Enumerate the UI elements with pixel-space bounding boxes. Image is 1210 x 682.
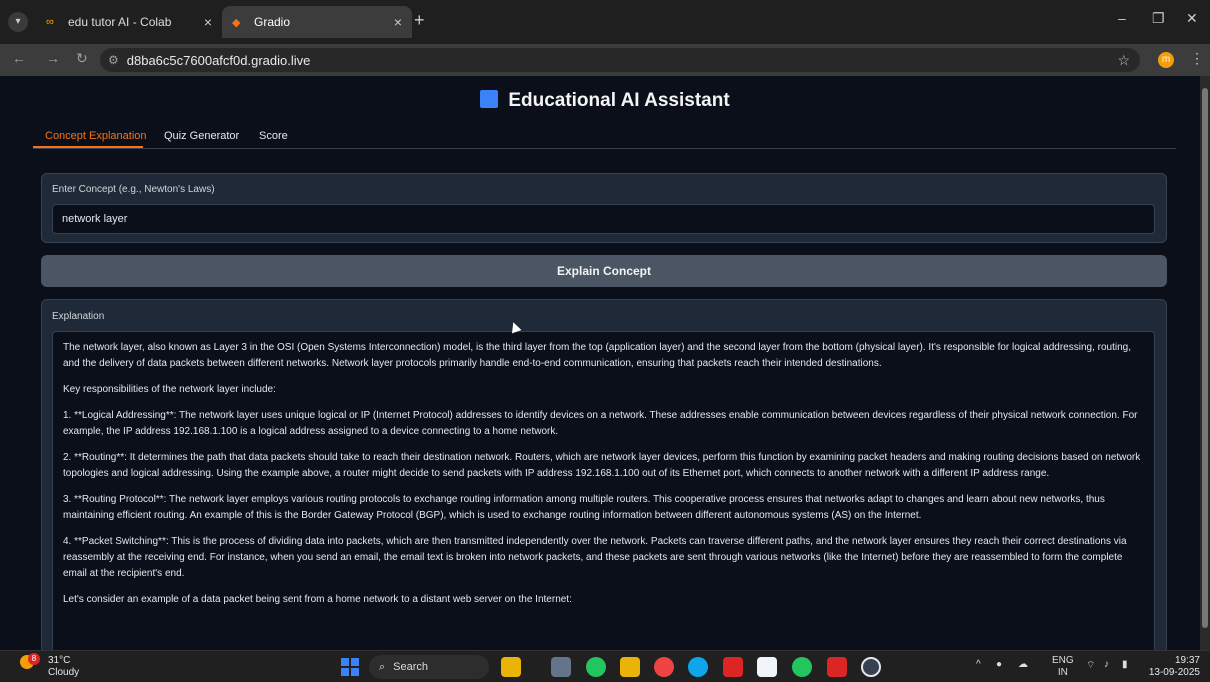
tray-chevron-icon[interactable]: ^ <box>976 659 981 670</box>
concept-input[interactable]: network layer <box>52 204 1155 234</box>
explanation-label: Explanation <box>52 311 105 322</box>
new-tab-button[interactable]: + <box>414 10 425 31</box>
lang-bottom: IN <box>1057 667 1068 678</box>
browser-tab-title: Gradio <box>254 15 291 29</box>
browser-tab-title: edu tutor AI - Colab <box>68 15 172 29</box>
windows-taskbar: 8 31°C Cloudy ⌕ Search ^ ● ☁ ENG IN ⌔ ♪ … <box>0 650 1210 682</box>
page-content: Educational AI Assistant Concept Explana… <box>0 76 1200 650</box>
explain-concept-button[interactable]: Explain Concept <box>41 255 1167 287</box>
explanation-paragraph: 4. **Packet Switching**: This is the pro… <box>63 536 1127 579</box>
forward-icon[interactable]: → <box>46 50 60 66</box>
colab-icon: ∞ <box>46 16 54 28</box>
cloud-sync-icon[interactable]: ☁ <box>1018 659 1028 670</box>
explanation-paragraph: 3. **Routing Protocol**: The network lay… <box>63 494 1105 521</box>
close-icon[interactable]: × <box>394 14 402 30</box>
page-scrollbar-thumb[interactable] <box>1202 88 1208 628</box>
book-icon <box>480 90 499 108</box>
concept-input-block: Enter Concept (e.g., Newton's Laws) netw… <box>41 173 1167 243</box>
explanation-paragraph: 2. **Routing**: It determines the path t… <box>63 452 1141 479</box>
language-indicator[interactable]: ENG IN <box>1052 655 1074 679</box>
task-view-icon[interactable] <box>551 657 571 677</box>
page-scrollbar[interactable] <box>1200 76 1210 650</box>
address-bar[interactable]: ⚙ d8ba6c5c7600afcf0d.gradio.live ☆ <box>100 48 1140 72</box>
title-text: Educational AI Assistant <box>508 90 730 111</box>
explanation-paragraph: The network layer, also known as Layer 3… <box>63 342 1131 369</box>
search-icon: ⌕ <box>379 660 386 673</box>
youtube-icon[interactable] <box>723 657 743 677</box>
edge-icon[interactable] <box>688 657 708 677</box>
restore-icon[interactable]: ❐ <box>1152 10 1165 27</box>
battery-icon[interactable]: ▮ <box>1122 659 1128 670</box>
notification-badge: 8 <box>28 653 40 665</box>
weather-desc: Cloudy <box>48 667 80 678</box>
bookmark-star-icon[interactable]: ☆ <box>1117 52 1130 69</box>
explanation-block: Explanation The network layer, also know… <box>41 299 1167 650</box>
gradio-icon: ◆ <box>232 16 241 29</box>
url-text: d8ba6c5c7600afcf0d.gradio.live <box>126 52 311 68</box>
back-icon[interactable]: ← <box>12 50 26 66</box>
explanation-paragraph: Key responsibilities of the network laye… <box>63 384 276 395</box>
wifi-icon[interactable]: ⌔ <box>1086 659 1095 672</box>
minimize-icon[interactable]: – <box>1118 10 1126 26</box>
page-title: Educational AI Assistant <box>0 90 1200 112</box>
weather-widget[interactable]: 8 31°C Cloudy <box>20 653 80 679</box>
profile-avatar[interactable]: m <box>1158 52 1174 68</box>
browser-toolbar: ← → ↻ ⚙ d8ba6c5c7600afcf0d.gradio.live ☆… <box>0 44 1210 76</box>
tab-score[interactable]: Score <box>259 130 288 142</box>
windows-start-icon[interactable] <box>341 658 359 676</box>
spotify-icon[interactable] <box>792 657 812 677</box>
clock-date: 13-09-2025 <box>1148 667 1200 678</box>
volume-icon[interactable]: ♪ <box>1104 659 1109 670</box>
explanation-paragraph: Let's consider an example of a data pack… <box>63 594 572 605</box>
active-tab-underline <box>33 146 143 148</box>
app-tabs: Concept Explanation Quiz Generator Score <box>33 124 1176 149</box>
search-label: Search <box>393 661 429 673</box>
tab-concept-explanation[interactable]: Concept Explanation <box>45 130 147 142</box>
file-explorer-icon[interactable] <box>620 657 640 677</box>
chrome-icon[interactable] <box>654 657 674 677</box>
reload-icon[interactable]: ↻ <box>76 50 88 67</box>
powerpoint-icon[interactable] <box>827 657 847 677</box>
clock-time: 19:37 <box>1174 655 1200 666</box>
widgets-icon[interactable] <box>501 657 521 677</box>
tab-search-icon[interactable]: ▾ <box>8 12 28 32</box>
lang-top: ENG <box>1052 655 1074 666</box>
browser-tab-colab[interactable]: ∞ edu tutor AI - Colab × <box>36 6 222 38</box>
taskbar-search[interactable]: ⌕ Search <box>369 655 489 679</box>
tray-app-icon[interactable]: ● <box>996 659 1002 670</box>
close-window-icon[interactable]: ✕ <box>1186 10 1198 27</box>
close-icon[interactable]: × <box>204 14 212 30</box>
concept-label: Enter Concept (e.g., Newton's Laws) <box>52 184 215 195</box>
system-clock[interactable]: 19:37 13-09-2025 <box>1148 655 1200 679</box>
tab-quiz-generator[interactable]: Quiz Generator <box>164 130 239 142</box>
explanation-output[interactable]: The network layer, also known as Layer 3… <box>52 331 1155 650</box>
weather-temp: 31°C <box>48 655 71 666</box>
site-info-icon[interactable]: ⚙ <box>108 53 119 67</box>
explanation-paragraph: 1. **Logical Addressing**: The network l… <box>63 410 1138 437</box>
whatsapp-icon[interactable] <box>586 657 606 677</box>
browser-tab-gradio[interactable]: ◆ Gradio × <box>222 6 412 38</box>
browser-tab-strip: ▾ ∞ edu tutor AI - Colab × ◆ Gradio × + … <box>0 0 1210 44</box>
store-icon[interactable] <box>757 657 777 677</box>
menu-icon[interactable]: ⋮ <box>1190 50 1204 67</box>
media-player-icon[interactable] <box>861 657 881 677</box>
